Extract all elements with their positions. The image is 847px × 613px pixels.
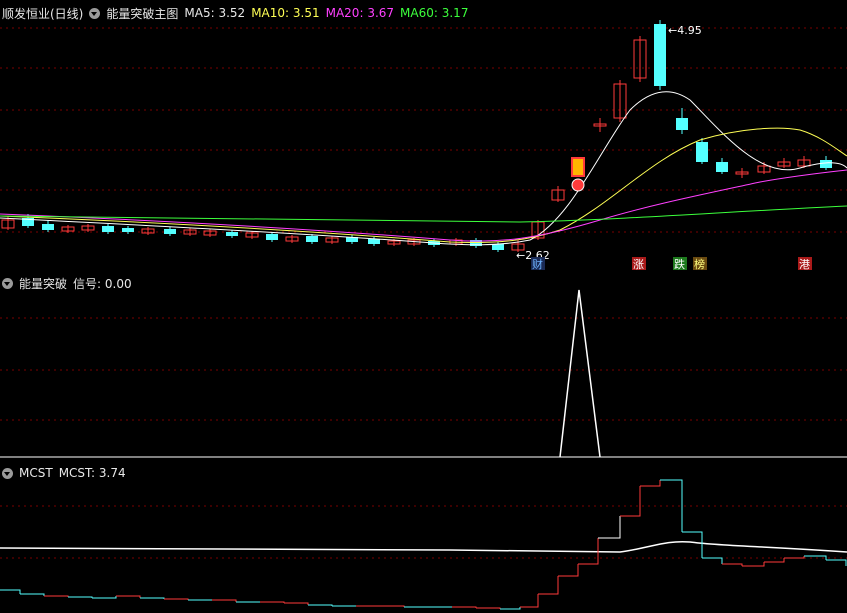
price-step [784,556,805,559]
stock-title: 顺发恒业(日线) [2,6,84,21]
signal-label: 信号: [73,276,102,291]
mcst-chart[interactable] [0,460,847,613]
ma10-line [0,127,847,243]
price-step [722,563,743,566]
candle-down [306,236,318,242]
candle-down [492,244,504,250]
price-step [538,576,559,595]
price-step [308,604,333,606]
candlestick-chart[interactable]: ←4.95←2.62财涨跌榜港 [0,0,847,270]
price-step [452,606,477,608]
mcst-pane[interactable]: MCST MCST: 3.74 [0,460,847,613]
candle-down [102,226,114,232]
mcst-header: MCST MCST: 3.74 [2,465,126,481]
price-step [640,480,661,487]
main-chart-pane[interactable]: ←4.95 ←2.62 财涨跌榜港 顺发恒业(日线) 能量突破主图 MA5: 3.5… [0,0,847,270]
price-step [620,486,641,517]
signal-chart[interactable] [0,270,847,460]
price-step [212,599,237,602]
candle-down [676,118,688,130]
ma20-label: MA20: [325,6,364,20]
price-step [598,516,621,539]
indicator-toggle-icon[interactable] [89,7,101,19]
signal-spike [559,289,601,458]
ma20-readout: MA20: 3.67 [326,6,394,20]
price-step [116,595,141,598]
price-step [742,562,765,567]
ma5-readout: MA5: 3.52 [184,6,245,20]
price-step [500,607,521,610]
event-label-text: 财 [532,257,543,270]
mcst-line [0,540,847,553]
ma5-label: MA5: [184,6,215,20]
candle-down [42,224,54,230]
ma60-readout: MA60: 3.17 [400,6,468,20]
price-step [520,594,539,608]
candle-down [226,232,238,236]
main-header: 顺发恒业(日线) 能量突破主图 MA5: 3.52 MA10: 3.51 MA2… [2,5,468,21]
event-label-text: 榜 [694,257,705,270]
candle-down [716,162,728,172]
price-step [0,589,21,594]
ma10-readout: MA10: 3.51 [251,6,319,20]
signal-indicator-name: 能量突破 [19,276,68,291]
ma60-value: 3.17 [441,6,469,20]
price-step [68,596,93,598]
price-step [764,558,785,563]
candle-down [696,142,708,162]
price-step [476,607,501,609]
signal-ball-icon [571,178,585,192]
ma60-label: MA60: [400,6,438,20]
signal-readout: 信号: 0.00 [73,275,132,292]
signal-toggle-icon[interactable] [2,277,13,289]
candle-down [122,228,134,232]
price-step [140,597,165,599]
price-step [558,564,579,577]
price-step [92,596,117,599]
event-label-text: 跌 [674,257,685,270]
price-step [284,602,309,605]
mcst-value: 3.74 [98,466,126,480]
price-step [164,598,189,600]
event-label-text: 港 [799,258,810,270]
price-step [260,601,285,603]
signal-header: 能量突破 信号: 0.00 [2,275,132,291]
signal-box-icon [571,157,585,177]
signal-value: 0.00 [104,276,132,291]
ma10-value: 3.51 [292,6,320,20]
ma10-label: MA10: [251,6,290,20]
price-step [682,531,703,558]
mcst-label: MCST: [58,466,96,480]
signal-pane[interactable]: 能量突破 信号: 0.00 [0,270,847,460]
price-step [20,593,45,596]
price-step [826,559,847,566]
candle-down [368,239,380,244]
ma20-value: 3.67 [367,6,395,20]
ma5-value: 3.52 [218,6,246,20]
price-step [44,595,69,597]
event-label-text: 涨 [633,258,644,270]
mcst-readout: MCST: 3.74 [59,466,126,480]
high-price-marker: ←4.95 [668,24,702,37]
mcst-toggle-icon[interactable] [2,467,13,479]
candle-down [820,160,832,168]
price-step [702,557,723,564]
candle-down [266,234,278,240]
candle-down [654,24,666,86]
price-step [380,605,405,607]
mcst-indicator-name: MCST [19,466,53,480]
main-indicator-name: 能量突破主图 [106,6,179,21]
candle-down [164,229,176,234]
